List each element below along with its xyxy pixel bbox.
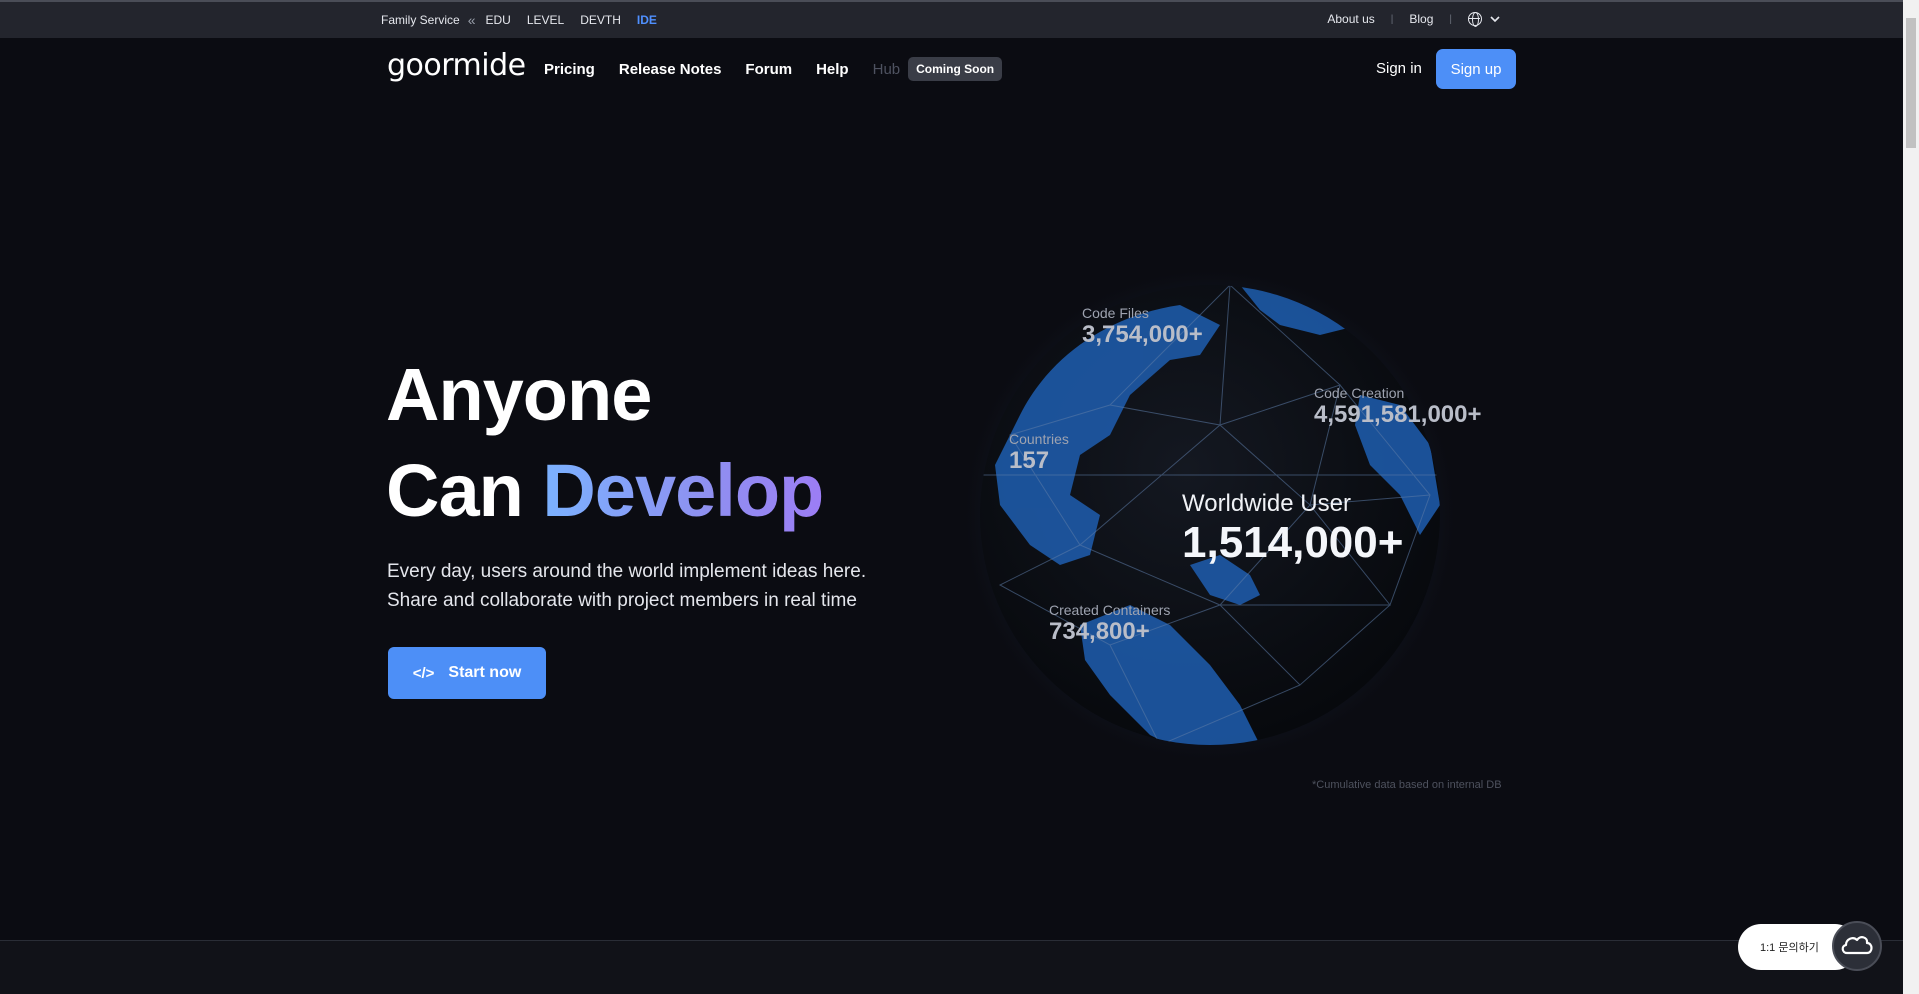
chevron-left-double-icon[interactable]: « — [468, 12, 476, 28]
stat-code-creation-label: Code Creation — [1314, 385, 1405, 401]
inquiry-label: 1:1 문의하기 — [1760, 942, 1819, 954]
stat-countries: Countries 157 — [1009, 431, 1069, 475]
page-scrollbar[interactable] — [1903, 0, 1919, 994]
family-bar-right: About us | Blog | — [1327, 12, 1500, 27]
hero-title-plain: Can — [386, 449, 543, 532]
divider: | — [1449, 13, 1452, 25]
service-ide-link[interactable]: IDE — [637, 13, 657, 27]
stat-containers-value: 734,800+ — [1049, 618, 1150, 645]
stat-countries-value: 157 — [1009, 447, 1050, 474]
stat-code-creation-value: 4,591,581,000+ — [1314, 401, 1482, 428]
start-now-button[interactable]: </> Start now — [388, 647, 546, 699]
stat-containers: Created Containers 734,800+ — [1049, 602, 1170, 646]
nav-links: Pricing Release Notes Forum Help Hub Com… — [544, 57, 1003, 81]
nav-release-notes[interactable]: Release Notes — [619, 61, 722, 78]
sign-in-link[interactable]: Sign in — [1376, 60, 1422, 77]
main-nav: goormide Pricing Release Notes Forum Hel… — [0, 38, 1903, 100]
divider: | — [1390, 13, 1394, 25]
nav-pricing[interactable]: Pricing — [544, 61, 595, 78]
hero-title-line1: Anyone — [386, 353, 652, 436]
hero-title-line2: Can Develop — [386, 443, 824, 539]
nav-forum[interactable]: Forum — [745, 61, 792, 78]
hero-title-highlight: Develop — [542, 449, 824, 532]
family-service-list: Family Service « EDU LEVEL DEVTH IDE — [381, 12, 657, 28]
service-level-link[interactable]: LEVEL — [527, 13, 564, 27]
nav-help[interactable]: Help — [816, 61, 849, 78]
stat-worldwide-user-label: Worldwide User — [1182, 490, 1351, 517]
stat-worldwide-user: Worldwide User 1,514,000+ — [1182, 490, 1403, 568]
chevron-down-icon — [1490, 15, 1500, 22]
start-now-label: Start now — [448, 664, 522, 681]
code-icon: </> — [412, 664, 435, 682]
coming-soon-badge: Coming Soon — [908, 57, 1003, 81]
globe-visual: Code Files 3,754,000+ Code Creation 4,59… — [960, 265, 1482, 765]
nav-hub: Hub — [872, 60, 901, 78]
stat-code-files-value: 3,754,000+ — [1082, 321, 1203, 348]
family-service-bar: Family Service « EDU LEVEL DEVTH IDE Abo… — [0, 0, 1903, 38]
stat-containers-label: Created Containers — [1049, 602, 1171, 618]
stat-code-files-label: Code Files — [1082, 305, 1149, 321]
about-us-link[interactable]: About us — [1327, 12, 1374, 26]
cumulative-data-footnote: *Cumulative data based on internal DB — [1312, 779, 1502, 791]
blog-link[interactable]: Blog — [1409, 12, 1433, 26]
globe-icon — [1468, 12, 1482, 27]
stat-code-creation: Code Creation 4,591,581,000+ — [1314, 385, 1482, 429]
stat-code-files: Code Files 3,754,000+ — [1082, 305, 1203, 349]
hero-desc-line2: Share and collaborate with project membe… — [387, 590, 857, 611]
family-service-label: Family Service — [381, 13, 460, 27]
hero-desc-line1: Every day, users around the world implem… — [387, 561, 867, 582]
chat-launcher-button[interactable] — [1832, 921, 1882, 971]
cloud-icon — [1841, 936, 1873, 955]
service-edu-link[interactable]: EDU — [485, 13, 510, 27]
stat-countries-label: Countries — [1009, 431, 1069, 447]
goormide-logo[interactable]: goormide — [387, 48, 526, 83]
next-section — [0, 941, 1903, 994]
stat-worldwide-user-value: 1,514,000+ — [1182, 518, 1404, 567]
hero-description: Every day, users around the world implem… — [387, 557, 866, 615]
hero-title: Anyone Can Develop — [386, 347, 824, 539]
scrollbar-thumb[interactable] — [1906, 18, 1916, 148]
service-devth-link[interactable]: DEVTH — [580, 13, 621, 27]
sign-up-button[interactable]: Sign up — [1436, 49, 1516, 89]
language-selector[interactable] — [1468, 12, 1500, 27]
